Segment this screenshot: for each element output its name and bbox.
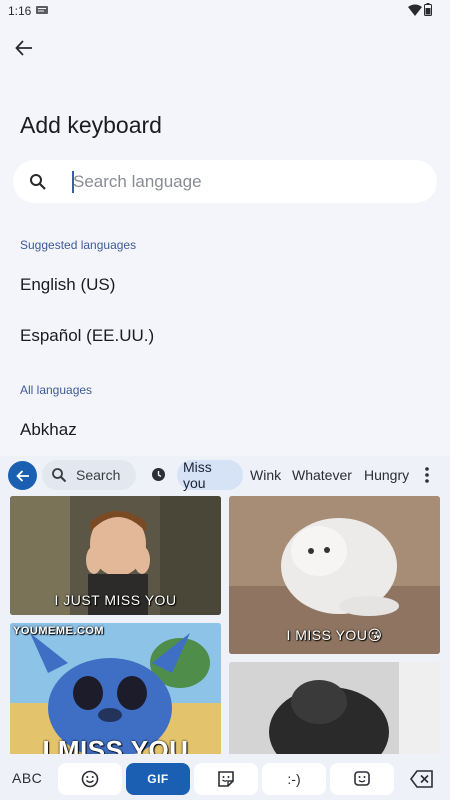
- language-item-espanol-eeuu[interactable]: Español (EE.UU.): [0, 313, 450, 359]
- notification-icon: [36, 6, 48, 14]
- all-languages-header: All languages: [20, 383, 93, 397]
- gif-tile[interactable]: I JUST MISS YOU: [10, 496, 221, 615]
- keyboard-bottom-bar: ABC GIF :-): [0, 758, 450, 800]
- category-chip-miss-you[interactable]: Miss you: [177, 459, 243, 491]
- search-language-input[interactable]: [73, 167, 413, 197]
- battery-icon: [424, 3, 432, 16]
- emoji-button[interactable]: [58, 763, 122, 795]
- emoji-kitchen-button[interactable]: [330, 763, 394, 795]
- search-icon: [52, 468, 67, 483]
- gif-tile[interactable]: I MISS YOU😘: [229, 496, 440, 654]
- language-item-english-us[interactable]: English (US): [0, 262, 450, 308]
- category-chip-wink[interactable]: Wink: [244, 460, 287, 490]
- back-button[interactable]: [10, 34, 38, 62]
- suggested-languages-header: Suggested languages: [20, 238, 137, 252]
- wifi-icon: [408, 4, 422, 16]
- more-vert-icon[interactable]: [421, 465, 433, 485]
- emoji-kitchen-icon: [354, 771, 370, 786]
- sticker-button[interactable]: [194, 763, 258, 795]
- arrow-back-icon: [15, 40, 32, 56]
- recent-clock-icon[interactable]: [151, 467, 166, 482]
- gif-toolbar: Search Miss you Wink Whatever Hungry: [0, 456, 450, 494]
- status-time: 1:16: [8, 4, 32, 18]
- emoji-icon: [81, 770, 99, 788]
- category-chip-whatever[interactable]: Whatever: [286, 460, 358, 490]
- gif-tile[interactable]: [229, 662, 440, 754]
- gif-button[interactable]: GIF: [126, 763, 190, 795]
- gif-results-grid: I JUST MISS YOU I MISS YOU😘 YOUMEME.COM …: [0, 496, 450, 754]
- backspace-icon[interactable]: [410, 770, 434, 788]
- gif-watermark: YOUMEME.COM: [13, 625, 105, 637]
- page-title: Add keyboard: [20, 112, 162, 138]
- keyboard-back-button[interactable]: [8, 461, 37, 490]
- language-item-abkhaz[interactable]: Abkhaz: [0, 407, 450, 453]
- status-bar: 1:16: [0, 0, 450, 22]
- gif-caption: I JUST MISS YOU: [54, 592, 177, 608]
- emoticon-button[interactable]: :-): [262, 763, 326, 795]
- sticker-icon: [218, 771, 234, 787]
- gif-bed-image: [229, 662, 440, 754]
- language-search-box[interactable]: [13, 160, 437, 203]
- arrow-back-icon: [15, 469, 29, 482]
- gif-caption: I MISS YOU😘: [286, 627, 383, 643]
- search-icon: [30, 174, 46, 190]
- gif-search-button[interactable]: Search: [42, 460, 136, 490]
- category-chip-hungry[interactable]: Hungry: [358, 460, 415, 490]
- abc-button[interactable]: ABC: [12, 770, 42, 786]
- gif-keyboard: Search Miss you Wink Whatever Hungry I J…: [0, 456, 450, 800]
- gif-search-label: Search: [76, 467, 121, 483]
- gif-caption: I MISS YOU: [42, 735, 189, 754]
- gif-tile[interactable]: YOUMEME.COM I MISS YOU: [10, 623, 221, 754]
